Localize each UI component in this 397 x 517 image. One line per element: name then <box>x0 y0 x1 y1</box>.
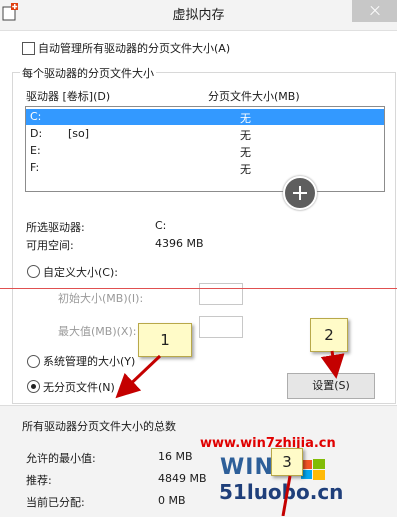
arrow-2 <box>320 350 345 379</box>
arrow-3 <box>281 475 292 516</box>
arrows-overlay <box>115 350 345 516</box>
arrow-1 <box>115 354 162 399</box>
